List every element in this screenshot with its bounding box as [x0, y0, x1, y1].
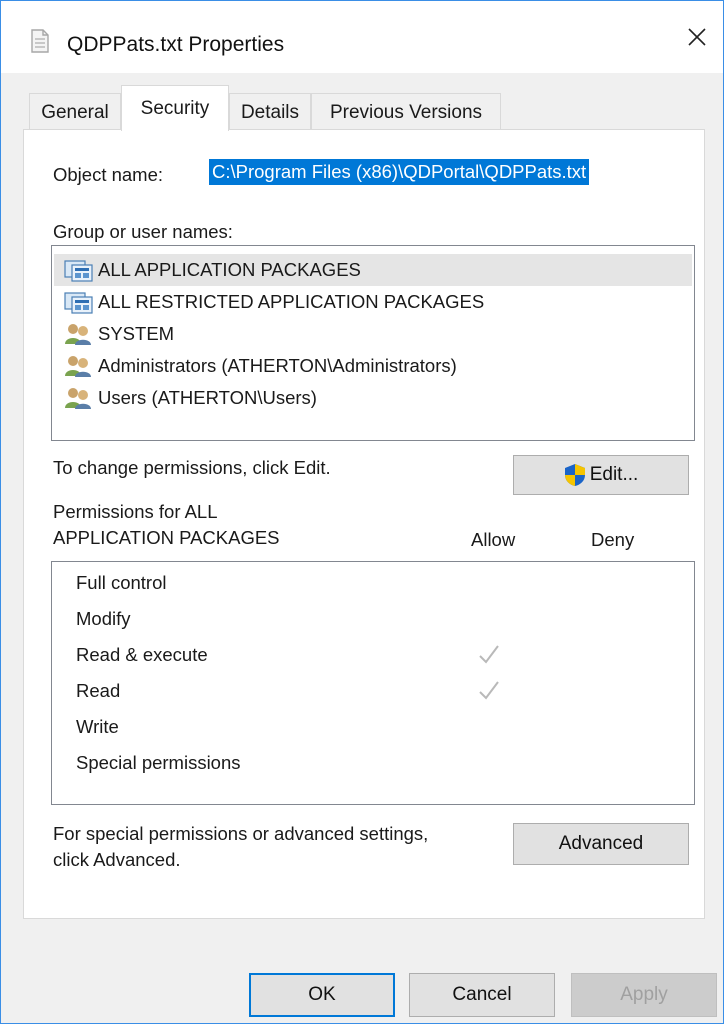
group-names-label: Group or user names: [53, 221, 233, 242]
permission-row: Read [76, 680, 121, 701]
app-packages-icon [64, 258, 98, 282]
cancel-button[interactable]: Cancel [409, 973, 555, 1017]
advanced-button[interactable]: Advanced [513, 823, 689, 865]
list-item-all-restricted-application-packages[interactable]: ALL RESTRICTED APPLICATION PACKAGES [54, 286, 692, 318]
allow-column-header: Allow [471, 529, 516, 550]
text-file-icon [31, 29, 49, 53]
change-permissions-hint: To change permissions, click Edit. [53, 457, 331, 478]
apply-button[interactable]: Apply [571, 973, 717, 1017]
ok-button[interactable]: OK [249, 973, 395, 1017]
advanced-hint-line1: For special permissions or advanced sett… [53, 823, 429, 844]
permission-row: Full control [76, 572, 167, 593]
user-name: ALL RESTRICTED APPLICATION PACKAGES [98, 291, 485, 312]
tab-previous-versions[interactable]: Previous Versions [311, 93, 501, 131]
permission-row: Special permissions [76, 752, 241, 773]
group-user-listbox[interactable]: ALL APPLICATION PACKAGES ALL RESTRICTED … [51, 245, 695, 441]
tab-general[interactable]: General [29, 93, 121, 131]
user-name: SYSTEM [98, 323, 175, 344]
permissions-list: Full control Modify Read & execute Read … [51, 561, 695, 805]
permission-row: Read & execute [76, 644, 208, 665]
title-bar[interactable]: QDPPats.txt Properties [1, 1, 723, 73]
user-name: Users (ATHERTON\Users) [98, 387, 317, 408]
list-item-system[interactable]: SYSTEM [54, 318, 692, 350]
edit-button-label: Edit... [589, 464, 639, 485]
advanced-hint-line2: click Advanced. [53, 849, 181, 870]
permissions-for-label-line1: Permissions for ALL [53, 501, 218, 522]
object-name-value[interactable]: C:\Program Files (x86)\QDPortal\QDPPats.… [209, 159, 590, 185]
list-item-administrators[interactable]: Administrators (ATHERTON\Administrators) [54, 350, 692, 382]
list-item-all-application-packages[interactable]: ALL APPLICATION PACKAGES [54, 254, 692, 286]
permissions-for-label-line2: APPLICATION PACKAGES [53, 527, 280, 548]
object-name-label: Object name: [53, 164, 164, 185]
allow-checkmark-icon [479, 645, 499, 664]
allow-checkmark-icon [479, 681, 499, 700]
app-packages-icon [64, 290, 98, 314]
user-group-icon [64, 386, 98, 410]
list-item-users[interactable]: Users (ATHERTON\Users) [54, 382, 692, 414]
window-title: QDPPats.txt Properties [67, 33, 285, 56]
user-name: Administrators (ATHERTON\Administrators) [98, 355, 457, 376]
uac-shield-icon [564, 464, 585, 486]
permission-row: Modify [76, 608, 131, 629]
properties-dialog: QDPPats.txt Properties General Security … [0, 0, 724, 1024]
tab-details[interactable]: Details [229, 93, 311, 131]
user-name: ALL APPLICATION PACKAGES [98, 259, 361, 280]
close-icon [688, 28, 706, 46]
close-button[interactable] [671, 17, 723, 57]
permission-row: Write [76, 716, 119, 737]
edit-button[interactable]: Edit... [513, 455, 689, 495]
user-group-icon [64, 354, 98, 378]
user-group-icon [64, 322, 98, 346]
deny-column-header: Deny [591, 529, 635, 550]
tab-security[interactable]: Security [121, 85, 229, 131]
